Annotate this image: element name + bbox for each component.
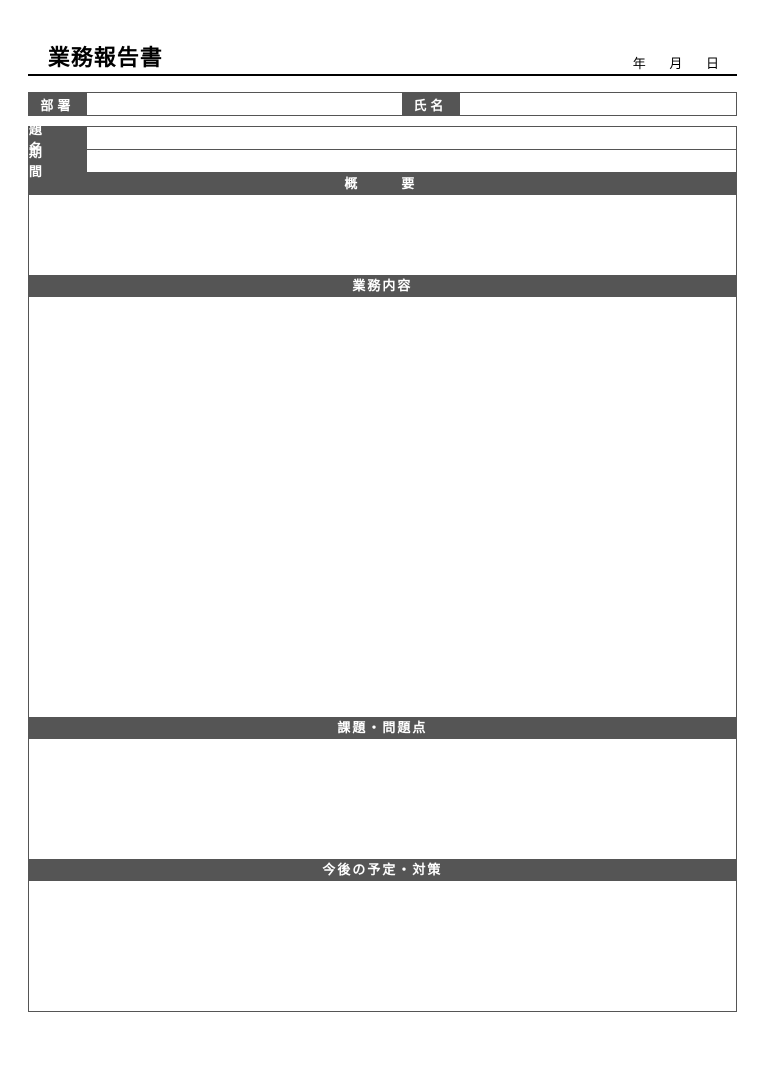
date-line[interactable]: 年 月 日 (633, 53, 737, 72)
year-label: 年 (633, 56, 656, 71)
overview-input[interactable] (29, 195, 736, 275)
issues-section-bar: 課題・問題点 (29, 717, 736, 739)
name-input[interactable] (460, 93, 736, 115)
plan-section-bar: 今後の予定・対策 (29, 859, 736, 881)
subject-row: 題 名 (29, 127, 736, 150)
period-row: 期 間 (29, 150, 736, 173)
issues-input[interactable] (29, 739, 736, 859)
department-name-row: 部署 氏名 (28, 92, 737, 116)
day-label: 日 (706, 56, 729, 71)
main-block: 題 名 期 間 概 要 業務内容 課題・問題点 今後の予定・対策 (28, 126, 737, 1012)
overview-section-bar: 概 要 (29, 173, 736, 195)
period-label: 期 間 (29, 150, 87, 172)
document-title: 業務報告書 (28, 40, 163, 72)
name-label: 氏名 (402, 93, 460, 115)
work-content-input[interactable] (29, 297, 736, 717)
work-section-bar: 業務内容 (29, 275, 736, 297)
month-label: 月 (669, 56, 692, 71)
plan-input[interactable] (29, 881, 736, 1011)
department-label: 部署 (29, 93, 87, 115)
department-input[interactable] (87, 93, 402, 115)
period-input[interactable] (87, 150, 736, 172)
subject-input[interactable] (87, 127, 736, 149)
header: 業務報告書 年 月 日 (28, 40, 737, 76)
